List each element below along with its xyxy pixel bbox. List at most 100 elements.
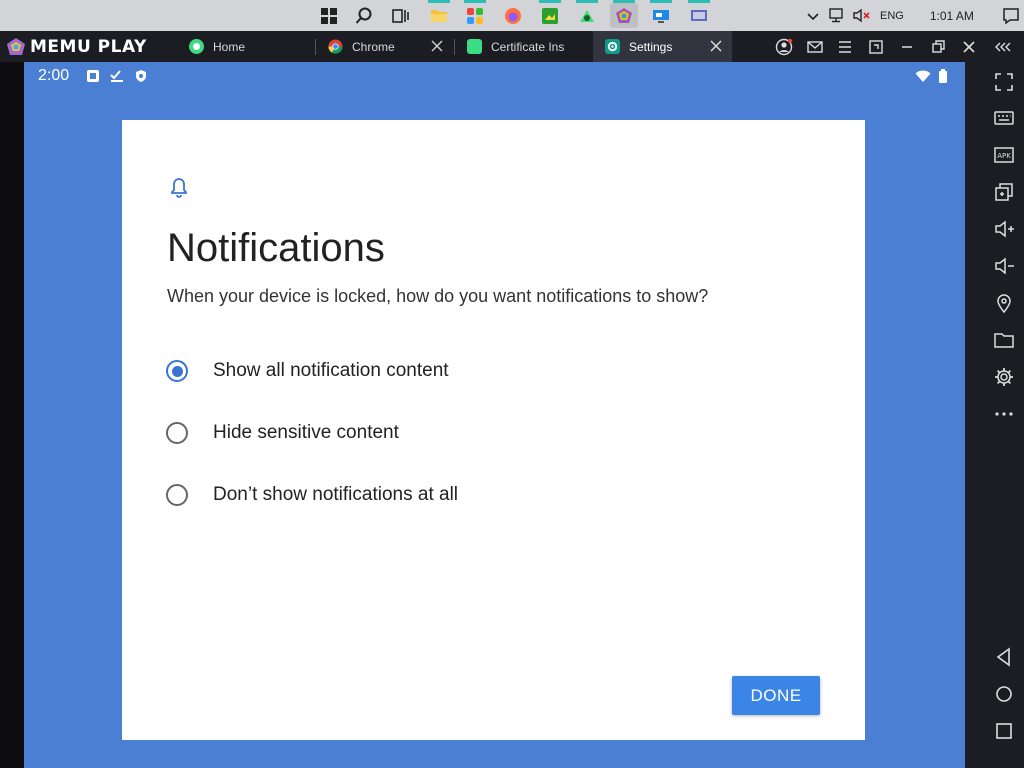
- memu-logo: MEMU PLAY: [6, 37, 147, 57]
- mail-icon[interactable]: [806, 38, 824, 56]
- minimize-icon[interactable]: [898, 38, 916, 56]
- radio-button-selected[interactable]: [166, 360, 188, 382]
- recents-icon[interactable]: [993, 720, 1015, 742]
- tab-label: Certificate Ins: [491, 39, 565, 54]
- status-bar-time: 2:00: [38, 67, 70, 84]
- tab-certificate-installer[interactable]: Certificate Ins: [455, 31, 592, 62]
- taskbar-app-7[interactable]: [647, 0, 675, 28]
- home-icon[interactable]: [993, 683, 1015, 705]
- radio-dot: [171, 365, 183, 377]
- close-window-icon[interactable]: [960, 38, 978, 56]
- taskbar-memu[interactable]: [610, 0, 638, 28]
- folder-icon: [431, 10, 447, 22]
- account-icon[interactable]: [775, 38, 793, 56]
- wifi-icon: [915, 70, 931, 82]
- tab-label: Chrome: [352, 39, 395, 54]
- checklist-notification-icon: [110, 70, 123, 82]
- option-show-all-content[interactable]: Show all notification content: [162, 351, 449, 391]
- remote-desktop-icon: [653, 9, 669, 23]
- restore-icon[interactable]: [929, 38, 947, 56]
- language-indicator[interactable]: ENG: [880, 10, 904, 22]
- svg-text:APK: APK: [997, 152, 1011, 160]
- app-tiles-icon: [467, 7, 483, 24]
- taskbar-app-2[interactable]: [461, 0, 489, 28]
- task-view-icon: [392, 8, 409, 23]
- running-indicator: [576, 0, 598, 3]
- collapse-sidebar-icon[interactable]: [994, 38, 1012, 56]
- notifications-dialog: Notifications When your device is locked…: [122, 120, 865, 740]
- running-indicator: [428, 0, 450, 3]
- radio-button[interactable]: [166, 484, 188, 506]
- taskbar-app-4[interactable]: [536, 0, 564, 28]
- tab-label: Settings: [629, 39, 673, 54]
- option-label: Hide sensitive content: [213, 422, 399, 443]
- option-label: Don’t show notifications at all: [213, 484, 459, 505]
- memu-icon: [616, 7, 632, 23]
- emulator-sidebar: APK: [965, 62, 1024, 768]
- tab-label: Home: [213, 39, 246, 54]
- clock[interactable]: 1:01 AM: [930, 9, 974, 23]
- tab-home[interactable]: Home: [177, 31, 313, 62]
- folder-icon[interactable]: [993, 329, 1015, 351]
- more-icon[interactable]: [993, 403, 1015, 425]
- shield-notification-icon: [136, 70, 146, 82]
- option-dont-show[interactable]: Don’t show notifications at all: [162, 475, 458, 515]
- settings-gear-icon[interactable]: [993, 366, 1015, 388]
- volume-down-icon[interactable]: [993, 255, 1015, 277]
- taskbar-app-8[interactable]: [685, 0, 713, 28]
- battery-icon: [939, 69, 947, 83]
- windows-taskbar: ENG 1:01 AM: [0, 0, 1024, 31]
- keyboard-icon[interactable]: [993, 107, 1015, 129]
- download-notification-icon: [87, 70, 99, 82]
- running-indicator: [688, 0, 710, 3]
- settings-app-icon: [605, 39, 620, 54]
- android-studio-icon: [580, 9, 594, 22]
- brand-name: MEMU PLAY: [30, 37, 147, 57]
- screenshot-icon[interactable]: [867, 38, 885, 56]
- running-indicator: [613, 0, 635, 3]
- taskbar-app-5[interactable]: [573, 0, 601, 28]
- windows-logo-icon: [321, 7, 337, 24]
- search-button[interactable]: [350, 3, 378, 28]
- emulator-titlebar: MEMU PLAY Home Chrome Certificate Ins Se…: [0, 31, 1024, 62]
- close-icon[interactable]: [708, 38, 724, 54]
- option-label: Show all notification content: [213, 360, 449, 381]
- taskbar-firefox[interactable]: [499, 3, 527, 28]
- android-app-icon: [467, 39, 482, 54]
- menu-icon[interactable]: [836, 38, 854, 56]
- bell-icon: [171, 178, 187, 198]
- dialog-title: Notifications: [167, 226, 385, 270]
- chevron-up-icon[interactable]: [806, 9, 820, 23]
- home-app-icon: [189, 39, 204, 54]
- running-indicator: [539, 0, 561, 3]
- notification-center-icon[interactable]: [1002, 7, 1020, 25]
- system-tray: ENG 1:01 AM: [806, 0, 1020, 31]
- back-icon[interactable]: [993, 646, 1015, 668]
- location-icon[interactable]: [993, 292, 1015, 314]
- radio-button[interactable]: [166, 422, 188, 444]
- firefox-icon: [505, 7, 521, 24]
- start-button[interactable]: [315, 3, 343, 28]
- image-editor-icon: [542, 7, 558, 24]
- apk-icon[interactable]: APK: [993, 144, 1015, 166]
- multi-window-icon[interactable]: [993, 181, 1015, 203]
- task-view-button[interactable]: [386, 3, 414, 28]
- dialog-subtitle: When your device is locked, how do you w…: [167, 286, 709, 306]
- running-indicator: [650, 0, 672, 3]
- done-button[interactable]: DONE: [732, 676, 820, 715]
- tab-settings[interactable]: Settings: [593, 31, 732, 62]
- taskbar-file-explorer[interactable]: [425, 0, 453, 28]
- option-hide-sensitive[interactable]: Hide sensitive content: [162, 413, 399, 453]
- running-indicator: [464, 0, 486, 3]
- network-icon[interactable]: [829, 8, 845, 23]
- volume-up-icon[interactable]: [993, 218, 1015, 240]
- android-screen: 2:00 Notifications When your device is l…: [24, 62, 965, 768]
- close-icon[interactable]: [429, 38, 445, 54]
- fullscreen-icon[interactable]: [993, 71, 1015, 93]
- chrome-icon: [328, 39, 343, 54]
- search-icon: [355, 7, 372, 24]
- left-border: [0, 62, 24, 768]
- tab-chrome[interactable]: Chrome: [316, 31, 453, 62]
- volume-muted-icon[interactable]: [853, 8, 871, 23]
- connect-icon: [691, 9, 707, 21]
